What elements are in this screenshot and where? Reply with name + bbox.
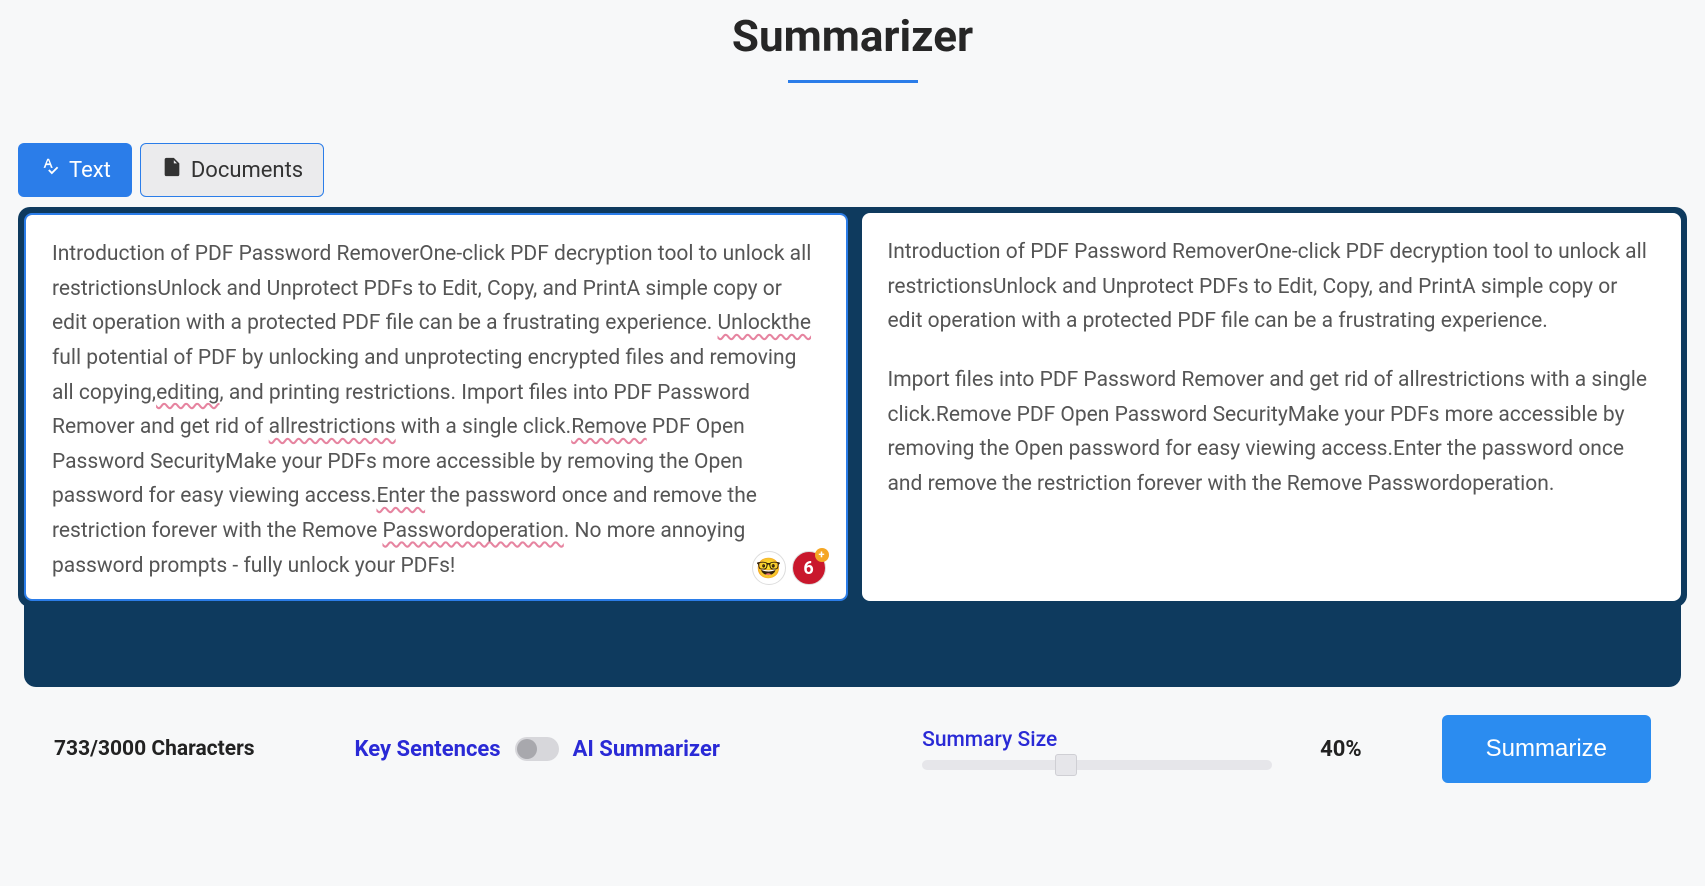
mode-toggle[interactable] bbox=[515, 737, 559, 761]
slider-thumb[interactable] bbox=[1055, 754, 1077, 776]
summary-size-label: Summary Size bbox=[922, 728, 1272, 752]
plus-icon: + bbox=[815, 548, 829, 562]
output-text-p2: Import files into PDF Password Remover a… bbox=[888, 363, 1656, 502]
spell-error-span: Enter bbox=[376, 484, 425, 508]
output-panel[interactable]: Introduction of PDF Password RemoverOne-… bbox=[862, 213, 1682, 601]
dark-strip bbox=[24, 603, 1681, 687]
badges: 🤓 6 + bbox=[752, 551, 826, 585]
title-underline bbox=[788, 80, 918, 83]
mode-ai-summarizer[interactable]: AI Summarizer bbox=[573, 737, 720, 762]
spell-error-span: Remove bbox=[571, 415, 647, 439]
text-span: Introduction of PDF Password RemoverOne-… bbox=[52, 242, 817, 335]
summary-size: Summary Size bbox=[922, 728, 1272, 770]
footer-bar: 733/3000 Characters Key Sentences AI Sum… bbox=[18, 687, 1687, 783]
spell-error-span: allrestrictions bbox=[269, 415, 396, 439]
tab-text-label: Text bbox=[69, 158, 111, 183]
error-count: 6 bbox=[803, 558, 813, 579]
spell-error-span: Unlockthe bbox=[718, 311, 812, 335]
spell-error-span: editing bbox=[156, 381, 219, 405]
tab-documents[interactable]: Documents bbox=[140, 143, 324, 197]
mode-key-sentences[interactable]: Key Sentences bbox=[355, 737, 501, 762]
spell-error-span: Passwordoperation bbox=[382, 519, 563, 543]
input-mode-tabs: Text Documents bbox=[18, 143, 1687, 197]
page-title: Summarizer bbox=[18, 0, 1687, 62]
summarize-button[interactable]: Summarize bbox=[1442, 715, 1651, 783]
tab-text[interactable]: Text bbox=[18, 143, 132, 197]
output-text-p1: Introduction of PDF Password RemoverOne-… bbox=[888, 235, 1656, 339]
emoji-badge[interactable]: 🤓 bbox=[752, 551, 786, 585]
mode-group: Key Sentences AI Summarizer bbox=[355, 737, 720, 762]
input-panel[interactable]: Introduction of PDF Password RemoverOne-… bbox=[24, 213, 848, 601]
input-text[interactable]: Introduction of PDF Password RemoverOne-… bbox=[52, 237, 820, 583]
error-count-badge[interactable]: 6 + bbox=[792, 551, 826, 585]
spellcheck-icon bbox=[39, 156, 61, 184]
panels-wrapper: Introduction of PDF Password RemoverOne-… bbox=[18, 207, 1687, 607]
char-count: 733/3000 Characters bbox=[54, 737, 255, 761]
toggle-knob bbox=[517, 739, 537, 759]
summary-size-pct: 40% bbox=[1320, 737, 1362, 762]
tab-documents-label: Documents bbox=[191, 158, 303, 183]
text-span: with a single click. bbox=[396, 415, 572, 439]
summary-size-slider[interactable] bbox=[922, 760, 1272, 770]
document-icon bbox=[161, 156, 183, 184]
